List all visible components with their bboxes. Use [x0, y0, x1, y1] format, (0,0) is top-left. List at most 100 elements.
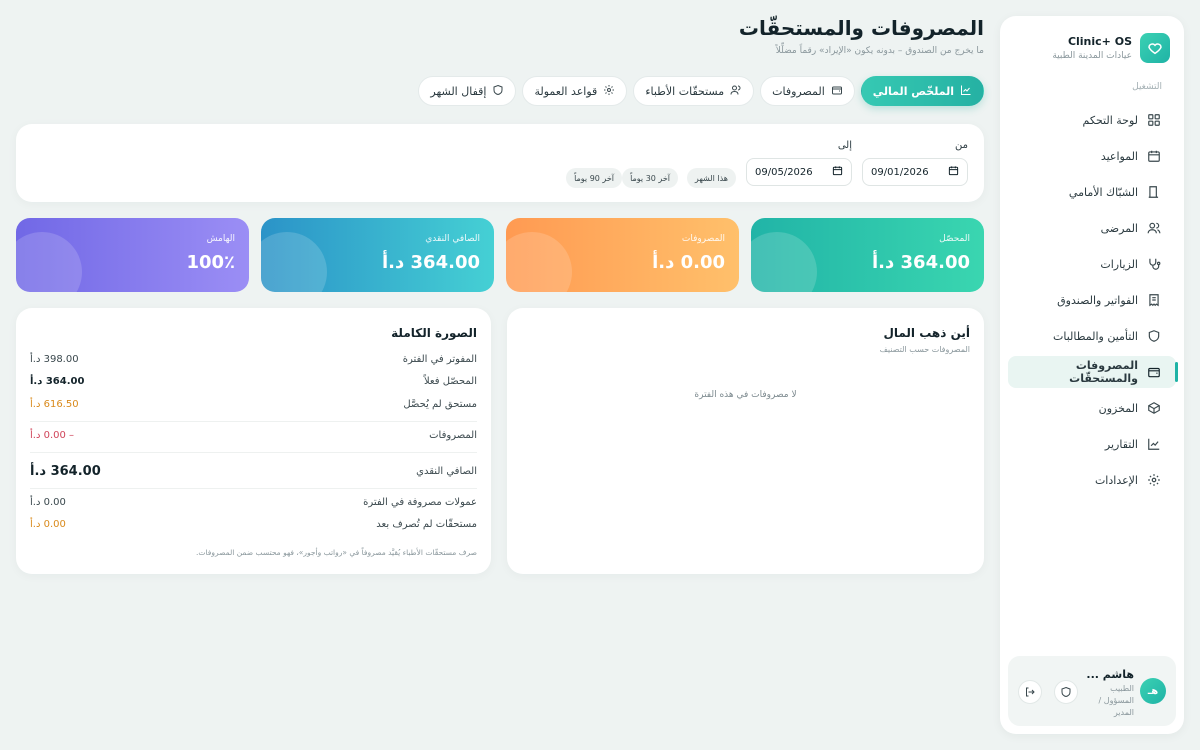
card-title: الصورة الكاملة	[391, 326, 477, 340]
calendar-icon	[832, 165, 843, 179]
calendar-icon	[1146, 148, 1162, 164]
kpi-value: 364.00 د.أ	[872, 252, 970, 273]
kpi-label: المصروفات	[681, 234, 725, 244]
from-date-input[interactable]: 09/01/2026	[862, 158, 968, 186]
shield-icon	[492, 84, 504, 99]
preset-this-month[interactable]: هذا الشهر	[686, 168, 736, 188]
sidebar-item-reports[interactable]: التقارير	[1008, 428, 1176, 460]
divider	[30, 421, 477, 422]
kpi-label: الهامش	[206, 234, 235, 244]
tab-expenses[interactable]: المصروفات	[760, 76, 855, 106]
row-value: – 0.00 د.أ	[30, 430, 75, 441]
full-picture-card: الصورة الكاملة المفوتر في الفترة 398.00 …	[16, 308, 491, 574]
row-label: المصروفات	[429, 430, 477, 441]
users-icon	[1146, 220, 1162, 236]
row-value: 616.50 د.أ	[30, 399, 79, 410]
sidebar-item-label: المصروفات والمستحقّات	[1069, 359, 1138, 385]
card-title: أين ذهب المال	[883, 326, 970, 340]
brand-subtitle: عيادات المدينة الطبية	[1052, 51, 1132, 61]
row-value: 364.00 د.أ	[30, 376, 85, 387]
security-button[interactable]	[1054, 680, 1078, 704]
sidebar-item-label: لوحة التحكم	[1082, 113, 1138, 127]
row-label: المفوتر في الفترة	[402, 354, 477, 365]
sidebar-item-appointments[interactable]: المواعيد	[1008, 140, 1176, 172]
sidebar-item-dashboard[interactable]: لوحة التحكم	[1008, 104, 1176, 136]
tab-commission-rules[interactable]: قواعد العمولة	[522, 76, 628, 106]
sidebar-item-insurance[interactable]: التأمين والمطالبات	[1008, 320, 1176, 352]
tab-label: قواعد العمولة	[534, 84, 598, 98]
logout-button[interactable]	[1018, 680, 1042, 704]
to-date-input[interactable]: 09/05/2026	[746, 158, 852, 186]
preset-last-90-days[interactable]: آخر 90 يوماً	[566, 168, 622, 188]
sidebar-item-label: الشبّاك الأمامي	[1068, 185, 1138, 199]
sidebar-section-label: التشغيل	[1132, 82, 1162, 92]
box-icon	[1146, 400, 1162, 416]
summary-row-net-cash: الصافي النقدي 364.00 د.أ	[30, 464, 477, 482]
gear-icon	[603, 84, 615, 99]
summary-row-collected: المحصّل فعلاً 364.00 د.أ	[30, 376, 477, 390]
sidebar-item-label: المواعيد	[1100, 149, 1138, 163]
date-filter-card: من 09/01/2026 إلى 09/05/2026 هذا الشهر آ…	[16, 124, 984, 202]
logout-icon	[1024, 683, 1036, 702]
decorative-circle	[16, 232, 82, 292]
gear-icon	[1146, 472, 1162, 488]
stethoscope-icon	[1146, 256, 1162, 272]
wallet-icon	[1146, 364, 1162, 380]
user-card: هـ هاشم ... الطبيب المسؤول / المدير	[1008, 656, 1176, 726]
kpi-margin: الهامش 100٪	[16, 218, 249, 292]
grid-icon	[1146, 112, 1162, 128]
tab-label: الملخّص المالي	[872, 84, 954, 98]
page-subtitle: ما يخرج من الصندوق – بدونه يكون «الإيراد…	[775, 46, 984, 56]
brand-title: Clinic+ OS	[1067, 35, 1132, 48]
wallet-icon	[831, 84, 843, 99]
decorative-circle	[751, 232, 817, 292]
kpi-net-cash: الصافي النقدي 364.00 د.أ	[261, 218, 494, 292]
sidebar-item-settings[interactable]: الإعدادات	[1008, 464, 1176, 496]
row-value: 0.00 د.أ	[30, 497, 66, 508]
sidebar-item-front-desk[interactable]: الشبّاك الأمامي	[1008, 176, 1176, 208]
sidebar-item-label: الفواتير والصندوق	[1057, 293, 1138, 307]
sidebar-item-label: الزيارات	[1100, 257, 1138, 271]
preset-last-30-days[interactable]: آخر 30 يوماً	[622, 168, 678, 188]
shield-icon	[1060, 683, 1072, 702]
sidebar-item-inventory[interactable]: المخزون	[1008, 392, 1176, 424]
row-value: 0.00 د.أ	[30, 519, 66, 530]
tabs: الملخّص المالي المصروفات مستحقّات الأطبا…	[418, 76, 984, 106]
users-icon	[730, 84, 742, 99]
from-label: من	[955, 140, 968, 151]
kpi-label: الصافي النقدي	[425, 234, 480, 244]
sidebar-item-patients[interactable]: المرضى	[1008, 212, 1176, 244]
row-label: المحصّل فعلاً	[423, 376, 477, 387]
summary-row-unpaid-dues: مستحقّات لم تُصرف بعد 0.00 د.أ	[30, 519, 477, 533]
decorative-circle	[506, 232, 572, 292]
sidebar: Clinic+ OS عيادات المدينة الطبية التشغيل…	[1000, 16, 1184, 734]
sidebar-item-expenses[interactable]: المصروفات والمستحقّات	[1008, 356, 1178, 388]
divider	[30, 488, 477, 489]
tab-label: إقفال الشهر	[430, 84, 487, 98]
tab-doctor-dues[interactable]: مستحقّات الأطباء	[633, 76, 755, 106]
heart-icon	[1140, 33, 1170, 63]
sidebar-item-billing[interactable]: الفواتير والصندوق	[1008, 284, 1176, 316]
empty-state: لا مصروفات في هذه الفترة	[694, 390, 797, 400]
row-value: 364.00 د.أ	[30, 464, 101, 479]
decorative-circle	[261, 232, 327, 292]
brand: Clinic+ OS عيادات المدينة الطبية	[1014, 32, 1170, 66]
kpi-expenses: المصروفات 0.00 د.أ	[506, 218, 739, 292]
where-money-card: أين ذهب المال المصروفات حسب التصنيف لا م…	[507, 308, 984, 574]
tab-financial-summary[interactable]: الملخّص المالي	[860, 76, 984, 106]
sidebar-item-label: المرضى	[1100, 221, 1138, 235]
calendar-icon	[948, 165, 959, 179]
user-role: الطبيب المسؤول / المدير	[1098, 684, 1134, 717]
row-value: 398.00 د.أ	[30, 354, 79, 365]
kpi-label: المحصّل	[939, 234, 970, 244]
door-icon	[1146, 184, 1162, 200]
to-label: إلى	[837, 140, 852, 151]
shield-icon	[1146, 328, 1162, 344]
date-value: 09/05/2026	[755, 166, 813, 178]
avatar[interactable]: هـ	[1140, 678, 1166, 704]
sidebar-item-visits[interactable]: الزيارات	[1008, 248, 1176, 280]
tab-month-close[interactable]: إقفال الشهر	[418, 76, 517, 106]
kpi-collected: المحصّل 364.00 د.أ	[751, 218, 984, 292]
chart-icon	[960, 84, 972, 99]
row-label: عمولات مصروفة في الفترة	[363, 497, 477, 508]
